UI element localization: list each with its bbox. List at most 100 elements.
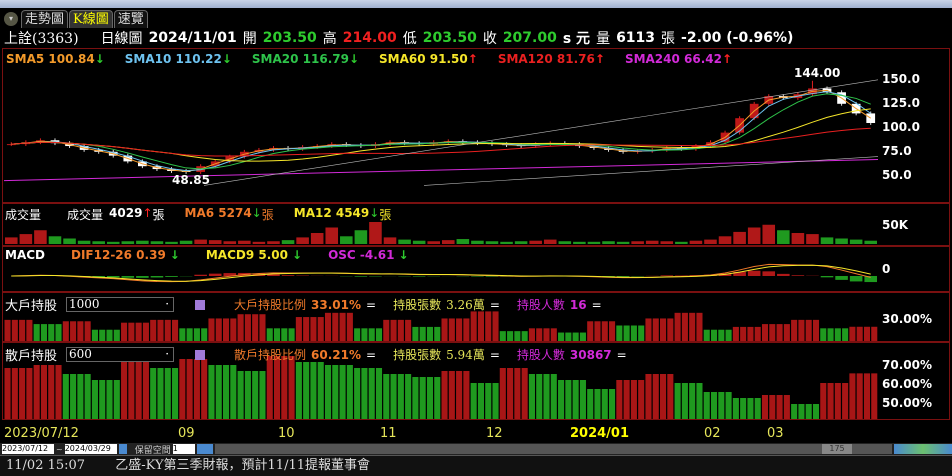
holder-bar bbox=[259, 314, 266, 341]
list-icon[interactable] bbox=[195, 349, 206, 360]
holder-bar bbox=[113, 329, 120, 341]
volume-bar bbox=[121, 241, 135, 244]
holder-bar bbox=[492, 383, 499, 419]
volume-bar bbox=[835, 238, 848, 244]
holder-bar bbox=[230, 365, 237, 419]
macd9-value: MACD9 5.00 bbox=[205, 248, 288, 262]
holder-bar bbox=[208, 365, 215, 419]
holder-bar bbox=[223, 365, 230, 419]
holder-bar bbox=[4, 368, 11, 419]
news-text: 乙盛-KY第三季財報，預計11/11提報董事會 bbox=[115, 458, 371, 473]
volume-bar bbox=[48, 236, 62, 244]
volume-bar bbox=[777, 230, 790, 244]
holder-bar bbox=[871, 373, 878, 419]
volume-chart bbox=[5, 222, 877, 244]
range-to-select[interactable]: 2024/03/29 bbox=[64, 444, 117, 454]
holder-bar bbox=[332, 365, 339, 419]
reserve-input[interactable]: 1 bbox=[172, 444, 195, 454]
holder-bar bbox=[754, 326, 761, 341]
holder-bar bbox=[776, 324, 783, 341]
arrow-down-icon: ↓ bbox=[169, 248, 180, 262]
low-value: 203.50 bbox=[422, 30, 477, 46]
volume-bar bbox=[412, 240, 426, 244]
holder-bar bbox=[33, 324, 40, 341]
zoom-buttons[interactable] bbox=[894, 444, 952, 454]
volume-bar bbox=[223, 241, 237, 244]
holder-bar bbox=[609, 321, 616, 341]
holder-bar bbox=[121, 362, 128, 419]
x-tick: 02 bbox=[704, 426, 721, 441]
holder-bar bbox=[70, 374, 77, 419]
holder-bar bbox=[805, 319, 812, 341]
holder-bar bbox=[375, 368, 383, 419]
holder-bar bbox=[470, 383, 477, 419]
ratio-value: 60.21% bbox=[311, 347, 362, 362]
holder-bar bbox=[660, 318, 667, 341]
osc-bar bbox=[208, 273, 222, 276]
holder-bar bbox=[601, 389, 608, 419]
holder-bar bbox=[842, 383, 849, 419]
holder-bar bbox=[863, 326, 871, 341]
holder-bar bbox=[11, 368, 18, 419]
volume-bar bbox=[442, 240, 455, 244]
holder-bar bbox=[761, 395, 769, 419]
tab-trend[interactable]: 走勢圖 bbox=[21, 10, 69, 28]
osc-bar bbox=[194, 274, 207, 276]
holder-bar bbox=[266, 356, 273, 419]
holder-bar bbox=[776, 395, 783, 419]
ratio-label: 散戶持股比例 bbox=[234, 348, 307, 362]
tab-overview[interactable]: 速覽 bbox=[113, 10, 148, 28]
period: 日線圖 bbox=[100, 31, 143, 47]
holder-bar bbox=[186, 359, 193, 419]
list-icon[interactable] bbox=[195, 299, 206, 310]
holder-bar bbox=[252, 371, 259, 419]
holder-bar bbox=[77, 374, 84, 419]
scrollbar[interactable]: 175 bbox=[214, 444, 892, 454]
holder-bar bbox=[237, 314, 244, 341]
holder-bar bbox=[798, 404, 805, 419]
retail-holders-legend: 散戶持股 600 · 散戶持股比例 60.21% = 持股張數 5.94萬 = 持股人… bbox=[5, 345, 627, 364]
holder-bar bbox=[295, 317, 302, 341]
holder-bar bbox=[769, 324, 776, 341]
go-button[interactable] bbox=[118, 444, 127, 454]
osc-bar bbox=[106, 276, 120, 278]
holder-bar bbox=[587, 321, 594, 341]
volume-bar bbox=[369, 222, 382, 244]
news-ticker[interactable]: 11/02 15:07 乙盛-KY第三季財報，預計11/11提報董事會 bbox=[0, 455, 952, 476]
holder-bar bbox=[667, 318, 674, 341]
volume-bar bbox=[19, 234, 33, 244]
holder-bar bbox=[201, 328, 208, 341]
holder-bar bbox=[834, 383, 841, 419]
holder-bar bbox=[346, 365, 353, 419]
change-value: -2.00 (-0.96%) bbox=[681, 30, 794, 46]
open-label: 開 bbox=[242, 31, 257, 47]
holder-bar bbox=[812, 319, 820, 341]
holder-bar bbox=[273, 356, 281, 419]
scroll-thumb[interactable]: 175 bbox=[822, 444, 852, 454]
trend-line bbox=[423, 156, 878, 186]
candlestick-chart[interactable] bbox=[4, 62, 878, 202]
osc-bar bbox=[281, 275, 295, 276]
volume-bar bbox=[194, 239, 207, 244]
volume-bar bbox=[573, 241, 586, 244]
holder-bar bbox=[223, 318, 230, 341]
holder-bar bbox=[40, 365, 47, 419]
open-value: 203.50 bbox=[262, 30, 317, 46]
volume-bar bbox=[543, 239, 557, 244]
holder-bar bbox=[26, 368, 33, 419]
osc-bar bbox=[412, 276, 426, 277]
retail-threshold-select[interactable]: 600 · bbox=[66, 347, 175, 362]
low-mark: 48.85 bbox=[172, 173, 210, 187]
holder-bar bbox=[550, 328, 557, 341]
high-mark: 144.00 bbox=[794, 66, 841, 80]
tab-kline[interactable]: K線圖 bbox=[69, 10, 113, 28]
stepper-button[interactable] bbox=[196, 444, 213, 454]
holder-bar bbox=[186, 328, 193, 341]
close-value: 207.00 bbox=[502, 30, 557, 46]
range-from-select[interactable]: 2023/07/12 bbox=[2, 444, 54, 454]
volume-bar bbox=[660, 241, 674, 244]
volume-bar bbox=[136, 240, 149, 244]
chevron-down-icon[interactable]: ▾ bbox=[4, 12, 18, 26]
volume-bar bbox=[150, 241, 164, 244]
holder-bar bbox=[579, 380, 586, 419]
